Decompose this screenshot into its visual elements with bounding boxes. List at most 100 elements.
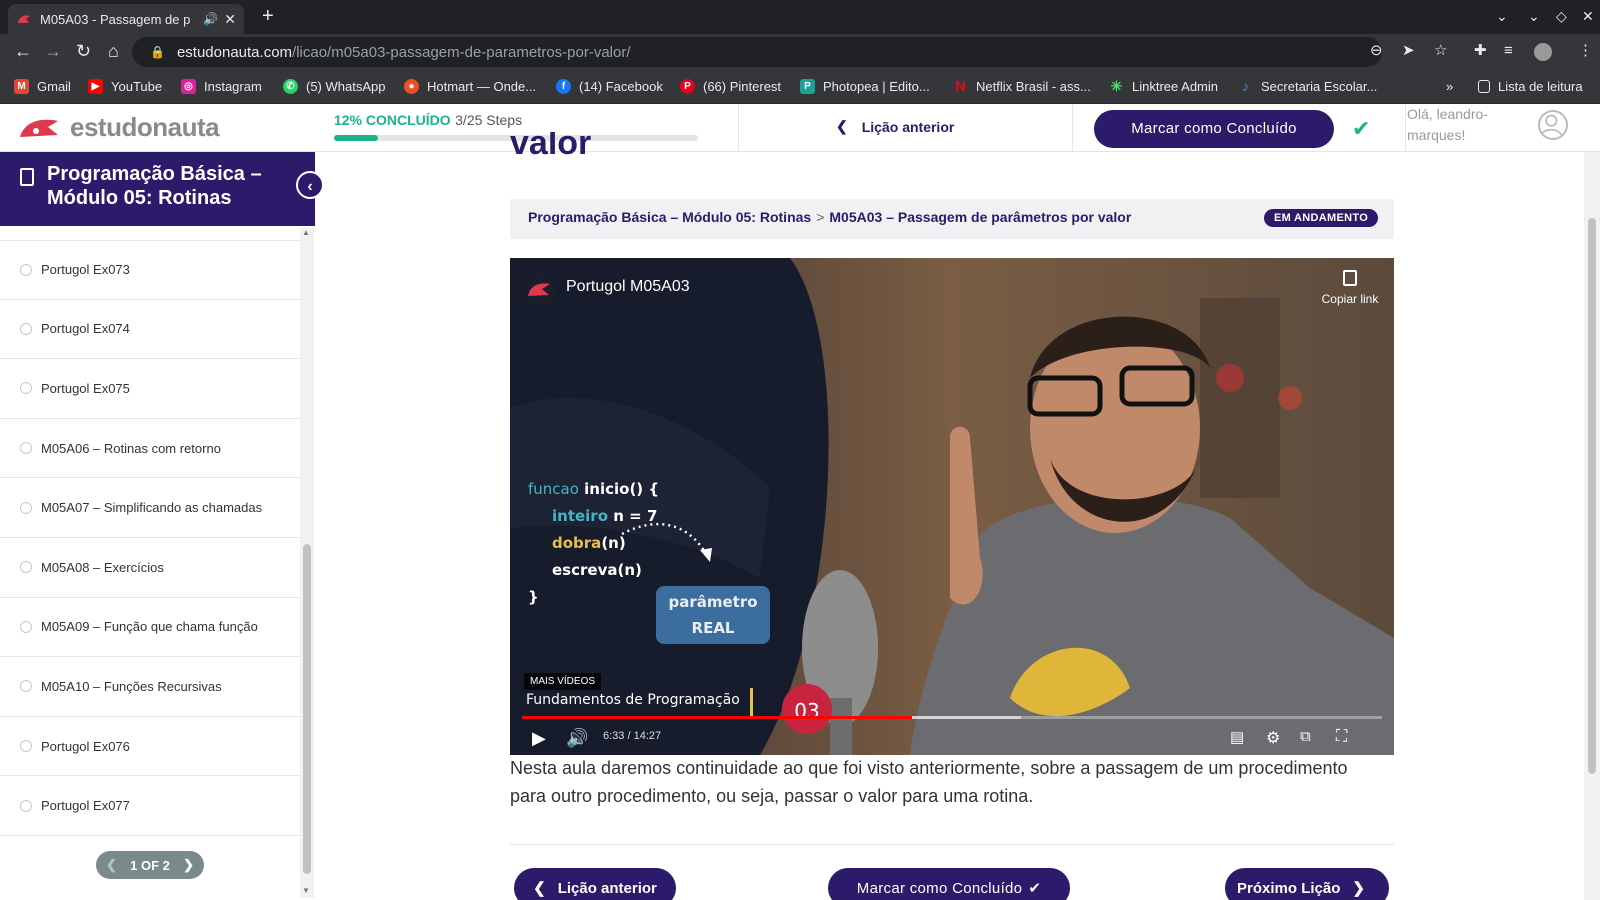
lesson-pager: ❮ 1 OF 2 ❯ [96,851,204,879]
media-control-icon[interactable]: ≡ [1504,42,1513,60]
lesson-list-item[interactable]: M05A09 – Função que chama função [0,598,300,658]
incomplete-circle-icon [20,442,32,455]
sidebar-scroll-thumb[interactable] [303,544,311,874]
bookmark-facebook[interactable]: f (14) Facebook [556,79,663,94]
volume-icon[interactable]: 🔊 [566,728,588,749]
site-logo[interactable]: estudonauta [18,112,220,143]
bookmark-netflix[interactable]: N Netflix Brasil - ass... [953,79,1091,94]
sidebar-header: Programação Básica – Módulo 05: Rotinas [0,152,315,226]
close-tab-icon[interactable]: ✕ [224,11,236,28]
scroll-down-icon[interactable]: ▼ [302,886,310,895]
incomplete-circle-icon [20,740,32,753]
user-greeting[interactable]: Olá, leandro-marques! [1407,104,1517,146]
sidebar-scrollbar[interactable]: ▲ ▼ [300,228,314,898]
send-icon[interactable]: ➤ [1402,42,1415,60]
lesson-list-item[interactable]: Portugol Ex073 [0,240,300,300]
cast-icon[interactable]: ⧉ [1300,728,1311,745]
video-played [522,716,912,719]
address-bar[interactable]: 🔒 estudonauta.com/licao/m05a03-passagem-… [132,37,1382,67]
lesson-list-item[interactable]: M05A07 – Simplificando as chamadas [0,478,300,538]
extensions-icon[interactable]: ✚ [1474,42,1487,60]
bookmark-star-icon[interactable]: ☆ [1434,42,1447,60]
lesson-list-item[interactable]: M05A10 – Funções Recursivas [0,657,300,717]
lesson-list-item[interactable]: M05A08 – Exercícios [0,538,300,598]
settings-gear-icon[interactable]: ⚙ [1266,728,1280,748]
lesson-title-cut: valor [510,132,592,162]
browser-tab[interactable]: M05A03 - Passagem de p 🔊 ✕ [8,4,244,34]
series-title: Fundamentos de Programação [526,692,740,708]
document-icon [20,168,34,186]
more-bookmarks[interactable]: » [1446,79,1453,94]
user-silhouette-icon [1540,114,1563,137]
zoom-icon[interactable]: ⊖ [1370,42,1383,60]
lock-icon[interactable]: 🔒 [150,45,165,59]
footer-mark-complete-button[interactable]: Marcar como Concluído ✔ [828,868,1070,900]
footer-next-lesson-button[interactable]: Próximo Lição ❯ [1225,868,1389,900]
footer-prev-lesson-button[interactable]: ❮ Lição anterior [514,868,676,900]
page-scrollbar[interactable] [1584,152,1600,900]
lesson-list-item[interactable]: Portugol Ex075 [0,359,300,419]
more-videos-label[interactable]: MAIS VÍDEOS [524,673,602,690]
chevron-left-icon: ‹ [307,178,313,195]
breadcrumb-course-link[interactable]: Programação Básica – Módulo 05: Rotinas [528,209,811,225]
bookmark-secretaria[interactable]: ♪ Secretaria Escolar... [1238,78,1377,95]
play-icon[interactable]: ▶ [532,728,546,749]
reading-list[interactable]: Lista de leitura [1478,79,1583,94]
logo-text: estudonauta [70,112,220,142]
audio-playing-icon[interactable]: 🔊 [203,12,218,26]
bookmark-gmail[interactable]: M Gmail [14,79,71,94]
series-divider [750,688,753,718]
lesson-list-item[interactable]: M05A06 – Rotinas com retorno [0,419,300,479]
scroll-up-icon[interactable]: ▲ [302,228,310,237]
bookmark-youtube[interactable]: ▶ YouTube [88,79,162,94]
video-title[interactable]: Portugol M05A03 [566,278,690,296]
video-time: 6:33 / 14:27 [603,730,662,742]
tab-search-icon[interactable]: ⌄ [1496,8,1508,25]
sidebar-collapse-button[interactable]: ‹ [296,171,324,199]
back-icon[interactable]: ← [14,40,32,62]
chevron-left-icon: ❮ [533,880,546,897]
bookmark-hotmart[interactable]: ● Hotmart — Onde... [404,79,536,94]
video-player[interactable]: Portugol M05A03 Copiar link funcao inici… [510,258,1394,755]
pager-next-icon[interactable]: ❯ [183,857,194,873]
reload-icon[interactable]: ↻ [76,40,91,62]
lesson-list-item[interactable]: Portugol Ex077 [0,776,300,836]
lesson-list-item-label: M05A07 – Simplificando as chamadas [41,500,263,516]
page-scroll-thumb[interactable] [1588,218,1596,774]
forward-icon[interactable]: → [44,40,62,62]
bookmark-photopea[interactable]: P Photopea | Edito... [800,79,930,94]
user-avatar[interactable] [1538,110,1568,140]
breadcrumb-lesson-link[interactable]: M05A03 – Passagem de parâmetros por valo… [829,209,1131,225]
bookmark-linktree[interactable]: ✳ Linktree Admin [1109,79,1218,95]
pager-prev-icon[interactable]: ❮ [106,857,117,873]
close-window-icon[interactable]: ✕ [1582,8,1594,25]
lesson-list-item[interactable]: Portugol Ex076 [0,717,300,777]
lesson-list-item[interactable]: Portugol Ex074 [0,300,300,360]
secretaria-icon: ♪ [1242,78,1249,94]
header-mark-complete-button[interactable]: Marcar como Concluído [1094,110,1334,148]
video-progress-bar[interactable] [522,716,1382,719]
bookmark-pinterest[interactable]: P (66) Pinterest [680,79,781,94]
fullscreen-icon[interactable]: ⛶ [1336,728,1347,746]
new-tab-icon[interactable]: + [262,6,274,26]
restore-icon[interactable]: ◇ [1556,8,1567,25]
progress-percent: 12% CONCLUÍDO [334,112,451,128]
estudonauta-favicon-icon [18,15,30,23]
gmail-icon: M [14,79,29,94]
breadcrumb-separator: > [816,209,825,225]
minimize-icon[interactable]: ⌄ [1528,8,1540,25]
checkmark-icon: ✔ [1028,880,1042,897]
channel-logo[interactable] [522,272,556,306]
bookmark-instagram[interactable]: ◎ Instagram [181,79,262,94]
profile-avatar-icon[interactable] [1534,43,1552,61]
menu-icon[interactable]: ⋮ [1578,42,1593,60]
header-prev-lesson-link[interactable]: ❮ Lição anterior [836,118,954,135]
subtitles-icon[interactable]: ▤ [1230,728,1244,746]
home-icon[interactable]: ⌂ [108,40,119,62]
content-divider [510,844,1394,845]
course-progress: 12% CONCLUÍDO 3/25 Steps [334,112,522,130]
estudonauta-channel-icon [528,283,550,296]
copy-link-button[interactable]: Copiar link [1314,270,1386,306]
course-title[interactable]: Programação Básica – Módulo 05: Rotinas [47,162,277,210]
bookmark-whatsapp[interactable]: ✆ (5) WhatsApp [283,79,385,94]
